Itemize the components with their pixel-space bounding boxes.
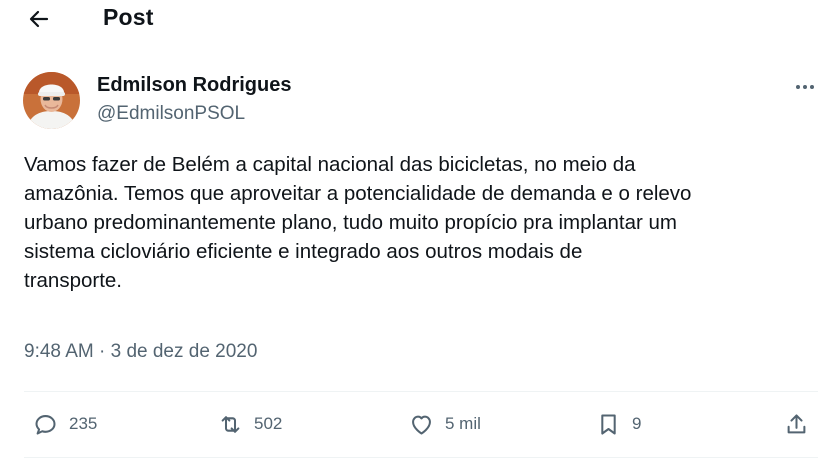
- more-options-button[interactable]: [789, 72, 821, 102]
- back-button[interactable]: [22, 2, 56, 36]
- reply-count: 235: [69, 414, 98, 433]
- author-display-name[interactable]: Edmilson Rodrigues: [97, 74, 291, 97]
- page-title: Post: [103, 4, 154, 30]
- post-text: Vamos fazer de Belém a capital nacional …: [24, 153, 692, 292]
- share-icon: [787, 413, 806, 433]
- like-button[interactable]: 5 mil: [408, 402, 481, 446]
- reply-icon: [35, 414, 56, 435]
- reply-button[interactable]: 235: [32, 402, 97, 446]
- bookmark-count: 9: [632, 414, 642, 433]
- action-bar: 235 502 5 mil 9: [24, 402, 818, 446]
- heart-icon: [412, 415, 431, 435]
- retweet-button[interactable]: 502: [217, 402, 282, 446]
- post-timestamp[interactable]: 9:48 AM · 3 de dez de 2020: [24, 341, 257, 363]
- arrow-left-icon: [29, 10, 49, 28]
- divider: [24, 457, 818, 458]
- retweet-icon: [221, 415, 240, 433]
- bookmark-icon: [601, 413, 616, 435]
- post-header: Post: [0, 0, 828, 38]
- like-count: 5 mil: [445, 414, 481, 433]
- post-author: Edmilson Rodrigues @EdmilsonPSOL: [23, 70, 814, 130]
- author-handle[interactable]: @EdmilsonPSOL: [97, 103, 245, 125]
- share-button[interactable]: [783, 402, 810, 446]
- bookmark-button[interactable]: 9: [595, 402, 641, 446]
- divider: [24, 391, 818, 392]
- more-horizontal-icon: [796, 85, 800, 89]
- retweet-count: 502: [254, 414, 283, 433]
- avatar[interactable]: [23, 72, 80, 129]
